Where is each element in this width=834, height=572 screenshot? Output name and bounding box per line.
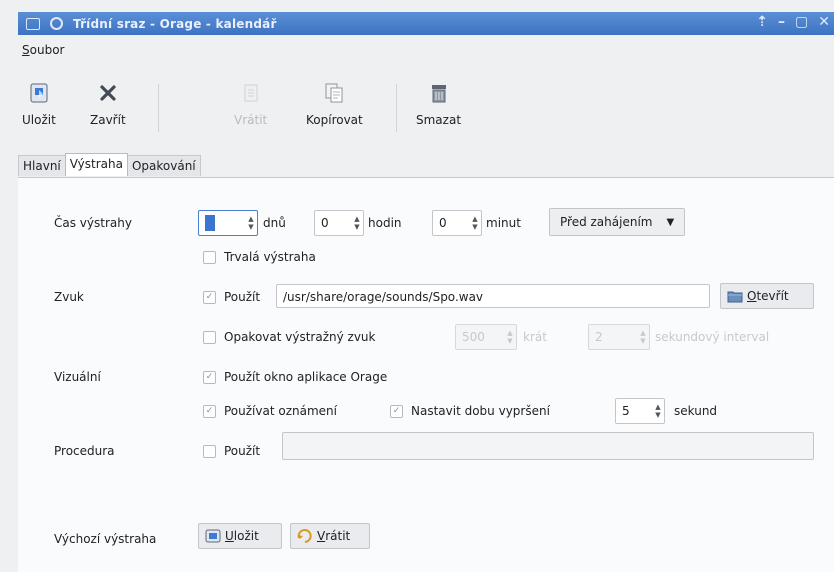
days-spinner[interactable]: ▲ ▼ [198,210,258,236]
spinner-arrows-icon[interactable]: ▲ ▼ [652,400,664,422]
alarm-relation-dropdown[interactable]: Před zahájením ▼ [549,208,686,236]
open-sound-button[interactable]: Otevřít [720,283,814,309]
repeat-sound-checkbox[interactable]: Opakovat výstražný zvuk [203,330,375,344]
toolbar: Uložit Zavřít Vrátit Kopírovat Smazat [18,78,834,144]
delete-button[interactable]: Smazat [416,82,461,127]
menu-file[interactable]: Soubor [22,43,64,57]
minimize-icon[interactable]: – [778,14,785,30]
tab-main[interactable]: Hlavní [18,155,66,176]
sound-file-input[interactable]: /usr/share/orage/sounds/Spo.wav [276,284,710,308]
hours-spinner[interactable]: 0 ▲ ▼ [314,210,364,236]
sticky-icon[interactable] [50,17,63,30]
checkmark-icon: ✓ [390,404,403,418]
keep-above-icon[interactable]: ⇡ [756,14,768,30]
checkbox-box [203,444,216,458]
minutes-unit-label: minut [486,216,521,230]
spinner-arrows-icon[interactable]: ▲ ▼ [637,326,649,348]
menu-bar: Soubor [18,36,834,76]
toolbar-separator [396,84,397,132]
checkmark-icon: ✓ [203,290,216,304]
hours-unit-label: hodin [368,216,402,230]
checkmark-icon: ✓ [203,404,216,418]
orage-window-checkbox[interactable]: ✓ Použít okno aplikace Orage [203,370,387,384]
default-alarm-revert-button[interactable]: Vrátit [290,523,370,549]
repeat-count-spinner[interactable]: 500 ▲ ▼ [455,324,517,350]
close-button[interactable]: Zavřít [90,82,126,127]
sound-label: Zvuk [54,290,84,304]
persistent-alarm-checkbox[interactable]: Trvalá výstraha [203,250,316,264]
chevron-down-icon: ▼ [666,216,675,228]
tab-bar: Hlavní Výstraha Opakování [18,153,201,177]
procedure-use-checkbox[interactable]: Použít [203,444,260,458]
repeat-interval-spinner[interactable]: 2 ▲ ▼ [588,324,650,350]
tab-recurrence[interactable]: Opakování [126,155,201,176]
checkmark-icon: ✓ [203,370,216,384]
close-window-icon[interactable]: ✕ [818,14,830,30]
days-unit-label: dnů [263,216,286,230]
save-button[interactable]: Uložit [22,82,56,127]
maximize-icon[interactable]: ▢ [795,14,808,30]
minutes-spinner[interactable]: 0 ▲ ▼ [432,210,482,236]
checkbox-box [203,250,216,264]
spinner-arrows-icon[interactable]: ▲ ▼ [351,212,363,234]
window-controls: ⇡ – ▢ ✕ [756,14,830,30]
procedure-command-input[interactable] [282,432,814,460]
tab-alarm[interactable]: Výstraha [64,153,128,176]
copy-button[interactable]: Kopírovat [306,82,363,127]
close-icon [95,82,121,104]
folder-icon [727,289,743,303]
notification-checkbox[interactable]: ✓ Používat oznámení [203,404,337,418]
checkbox-box [203,330,216,344]
timeout-spinner[interactable]: 5 ▲ ▼ [615,398,665,424]
text-cursor [205,215,215,231]
save-icon [205,529,221,543]
procedure-label: Procedura [54,444,115,458]
repeat-unit-label: krát [523,330,547,344]
interval-unit-label: sekundový interval [655,330,770,344]
revert-icon [238,82,264,104]
revert-button[interactable]: Vrátit [234,82,267,127]
title-bar[interactable]: Třídní sraz - Orage - kalendář ⇡ – ▢ ✕ [18,12,834,35]
alarm-panel: Čas výstrahy ▲ ▼ dnů 0 ▲ ▼ hodin 0 ▲ ▼ minu… [18,177,834,572]
spinner-arrows-icon[interactable]: ▲ ▼ [504,326,516,348]
window-title: Třídní sraz - Orage - kalendář [73,16,277,31]
visual-label: Vizuální [54,370,101,384]
save-icon [26,82,52,104]
delete-icon [426,82,452,104]
spinner-arrows-icon[interactable]: ▲ ▼ [245,212,257,234]
spinner-arrows-icon[interactable]: ▲ ▼ [469,212,481,234]
toolbar-separator [158,84,159,132]
revert-icon [297,529,313,543]
default-alarm-label: Výchozí výstraha [54,532,157,546]
default-alarm-save-button[interactable]: Uložit [198,523,282,549]
timeout-unit-label: sekund [674,404,718,418]
alarm-time-label: Čas výstrahy [54,216,132,230]
window-menu-icon[interactable] [26,17,40,30]
sound-use-checkbox[interactable]: ✓ Použít [203,290,260,304]
copy-icon [321,82,347,104]
app-window: Třídní sraz - Orage - kalendář ⇡ – ▢ ✕ S… [0,0,834,572]
timeout-checkbox[interactable]: ✓ Nastavit dobu vypršení [390,404,550,418]
